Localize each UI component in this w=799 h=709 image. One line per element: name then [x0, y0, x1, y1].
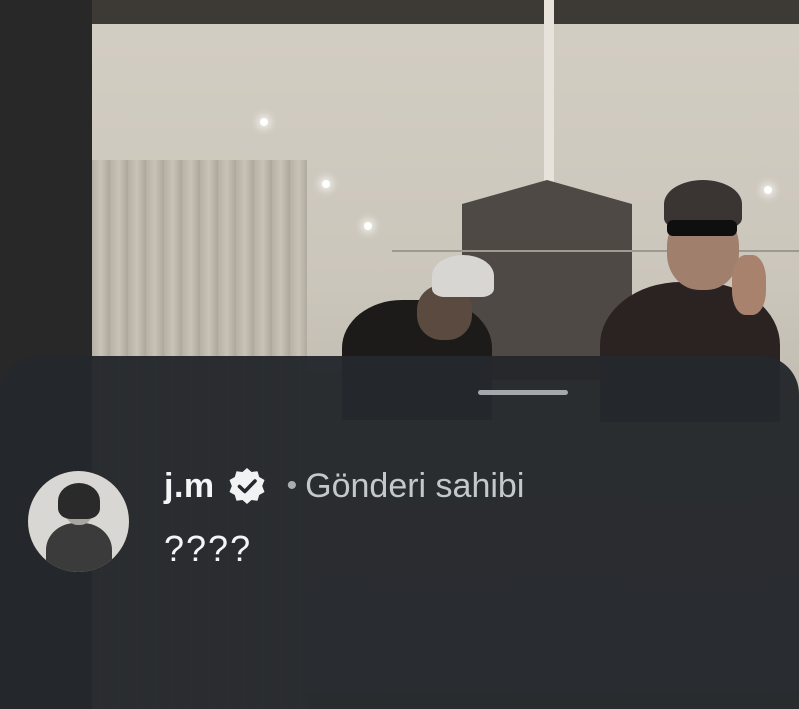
verified-badge-icon	[227, 466, 267, 506]
avatar-body	[46, 523, 112, 572]
comment-text: ????	[164, 528, 253, 569]
video-ceiling-light	[764, 186, 772, 194]
video-ceiling-light	[322, 180, 330, 188]
separator-dot: •	[286, 469, 298, 502]
sheet-drag-handle[interactable]	[478, 390, 568, 395]
screen: j.m • Gönderi sahibi ????	[0, 0, 799, 709]
video-ceiling-light	[260, 118, 268, 126]
video-ceiling-light	[364, 222, 372, 230]
username[interactable]: j.m	[164, 467, 215, 506]
avatar-hair	[58, 483, 100, 519]
comment-header: j.m • Gönderi sahibi	[164, 462, 524, 510]
video-ceiling-beam	[544, 0, 554, 190]
video-person-right-hand	[732, 255, 766, 315]
video-person-right-sunglasses	[667, 220, 737, 236]
video-top-edge	[92, 0, 799, 24]
video-person-left-cap	[432, 255, 494, 297]
comment: j.m • Gönderi sahibi ????	[164, 462, 524, 570]
author-label: Gönderi sahibi	[305, 466, 525, 505]
avatar[interactable]	[28, 471, 129, 572]
